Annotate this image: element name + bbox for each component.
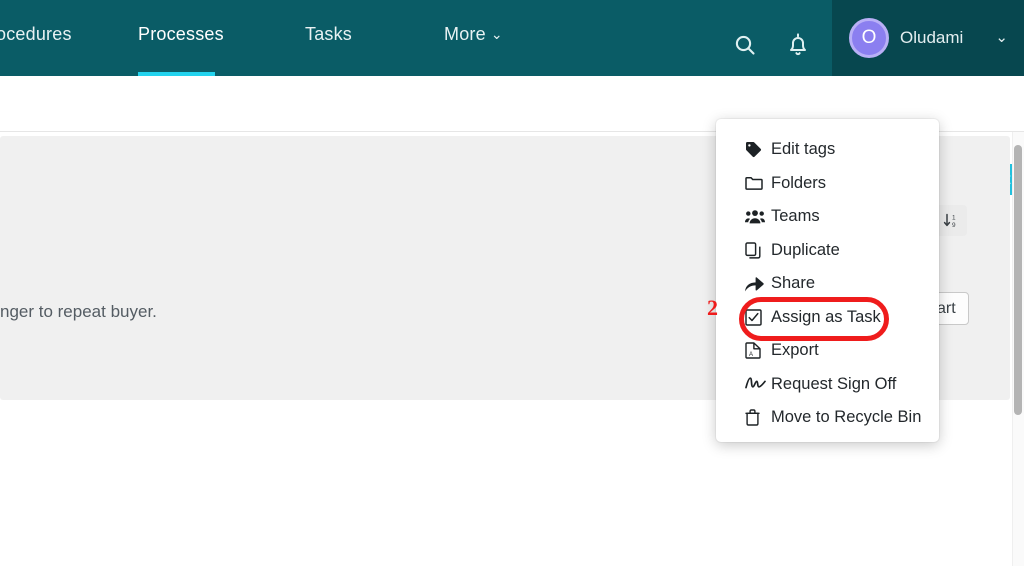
copy-icon [745,242,771,259]
menu-item-label: Move to Recycle Bin [771,408,922,427]
nav-tab-processes[interactable]: Processes [138,24,224,45]
chevron-down-icon: ⌄ [995,29,1008,46]
svg-text:A: A [749,352,753,358]
people-icon [745,209,771,224]
menu-item-label: Teams [771,207,820,226]
menu-item-folders[interactable]: Folders [716,167,939,201]
chevron-down-icon: ⌄ [490,26,503,42]
menu-item-edit-tags[interactable]: Edit tags [716,133,939,167]
menu-item-export[interactable]: A Export [716,334,939,368]
folder-icon [745,175,771,191]
content-body-text: nger to repeat buyer. [0,302,157,321]
top-navigation-bar: ocedures Processes Tasks More ⌄ O Oludam… [0,0,1024,76]
menu-item-label: Folders [771,173,827,192]
share-icon [745,276,771,292]
nav-tab-more[interactable]: More ⌄ [444,24,503,45]
menu-item-label: Duplicate [771,240,840,259]
bell-icon[interactable] [787,33,809,62]
annotation-number-2: 2 [707,295,718,320]
scrollbar-thumb[interactable] [1014,145,1022,415]
svg-text:9: 9 [952,222,956,229]
avatar: O [849,18,889,58]
menu-item-duplicate[interactable]: Duplicate [716,234,939,268]
nav-tab-more-label: More [444,24,486,44]
sort-button[interactable]: 1 9 [936,205,967,236]
nav-tab-tasks[interactable]: Tasks [305,24,352,45]
tag-icon [745,141,771,158]
menu-item-label: Request Sign Off [771,374,897,393]
menu-item-request-sign-off[interactable]: Request Sign Off [716,368,939,402]
pdf-file-icon: A [745,342,771,359]
menu-item-assign-as-task[interactable]: Assign as Task [716,301,939,335]
trash-icon [745,409,771,426]
menu-item-share[interactable]: Share [716,267,939,301]
user-menu-button[interactable]: O Oludami ⌄ [832,0,1024,76]
menu-item-label: Assign as Task [771,307,881,326]
menu-item-label: Share [771,274,816,293]
user-name-label: Oludami [900,28,964,47]
search-icon[interactable] [733,33,757,62]
menu-item-label: Export [771,341,819,360]
actions-dropdown-menu: Edit tags Folders Teams Duplicate Share … [707,119,939,442]
menu-item-teams[interactable]: Teams [716,200,939,234]
menu-item-move-to-recycle-bin[interactable]: Move to Recycle Bin [716,401,939,435]
checkbox-icon [745,309,771,326]
menu-item-label: Edit tags [771,140,836,159]
signature-icon [745,377,771,391]
nav-tab-procedures[interactable]: ocedures [0,24,72,45]
app-root: ocedures Processes Tasks More ⌄ O Oludam… [0,0,1024,566]
svg-text:1: 1 [952,214,956,221]
